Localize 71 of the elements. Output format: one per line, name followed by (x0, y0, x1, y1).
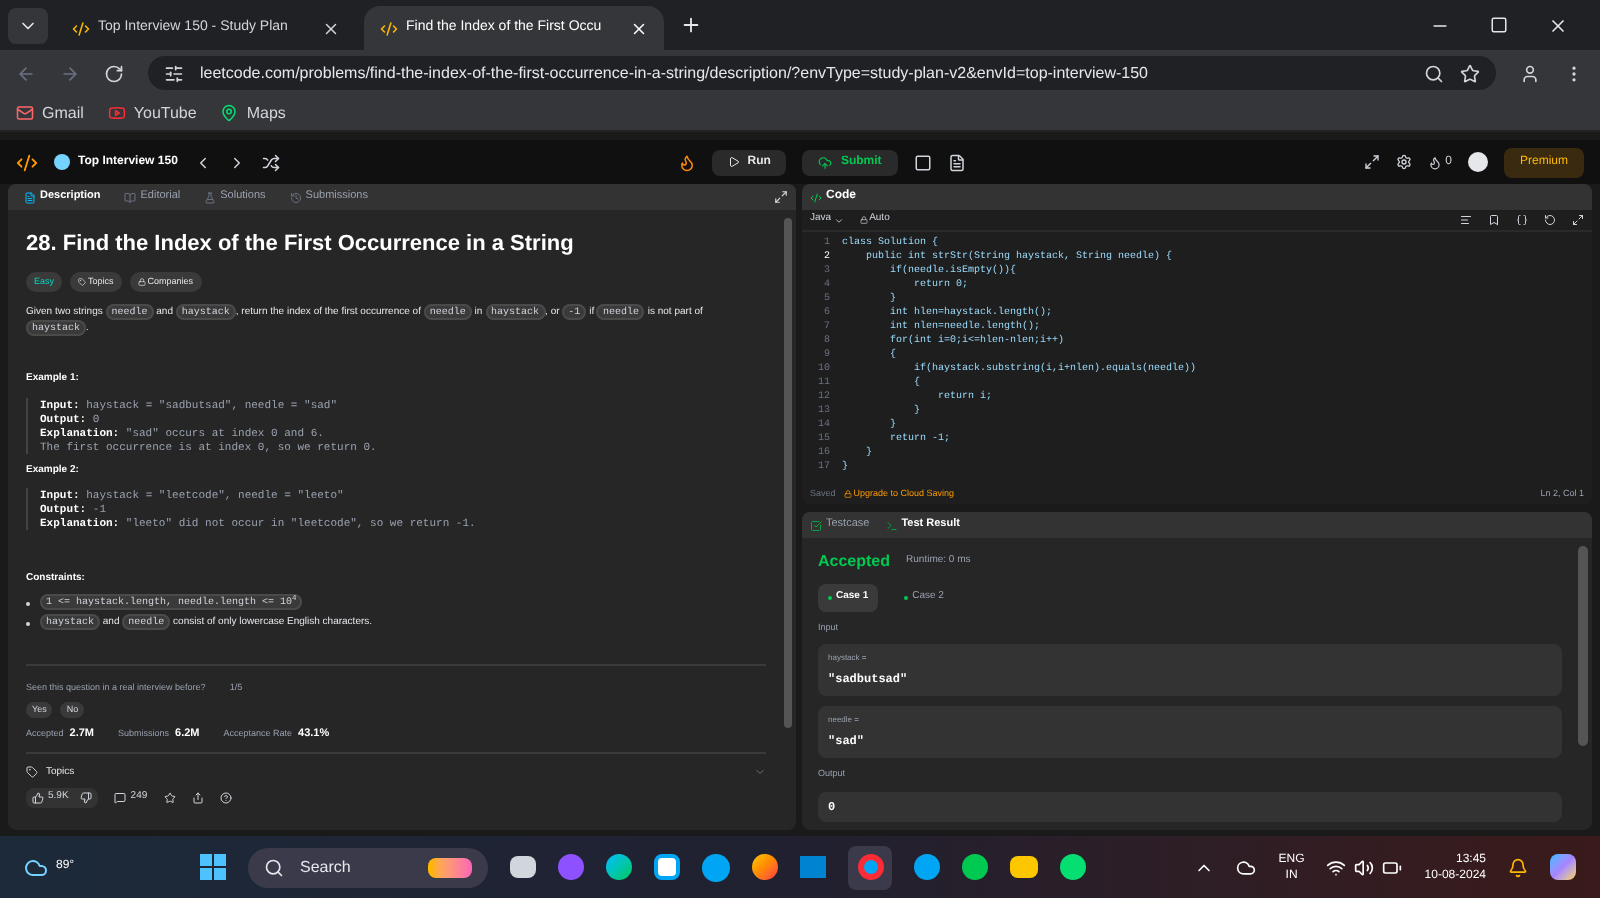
lock-icon (843, 490, 852, 498)
new-tab-icon[interactable] (680, 14, 702, 36)
expand-icon[interactable] (774, 190, 788, 204)
tab-icon (124, 191, 137, 203)
code-icon (810, 191, 822, 203)
battery-icon[interactable] (1382, 857, 1403, 877)
thumbs-up-icon (32, 791, 44, 804)
close-tab-icon[interactable] (322, 19, 340, 37)
debug-icon[interactable] (677, 153, 696, 171)
tag-icon (26, 766, 38, 779)
wifi-icon[interactable] (1326, 857, 1347, 877)
share-icon[interactable] (191, 791, 204, 804)
bookmark-icon[interactable] (1488, 214, 1500, 226)
logo-icon[interactable] (16, 151, 38, 173)
favicon-icon (380, 19, 398, 37)
notification-bell-icon[interactable] (1508, 857, 1528, 877)
favorite-icon[interactable] (163, 791, 176, 804)
cloud-icon[interactable] (1236, 857, 1257, 877)
bookmark-icon (16, 104, 34, 122)
reset-icon[interactable] (1544, 214, 1556, 226)
terminal-icon (885, 519, 898, 531)
tab-icon (289, 191, 302, 203)
bookmark-icon (220, 104, 239, 122)
lock-icon (137, 277, 146, 286)
tag-icon (78, 277, 87, 286)
reload-icon[interactable] (104, 63, 124, 83)
bookmark[interactable]: YouTube (107, 101, 197, 125)
profile-icon[interactable] (1520, 63, 1540, 83)
cloud-upload-icon (818, 155, 833, 169)
layout-icon[interactable] (1363, 154, 1380, 170)
help-icon[interactable] (219, 791, 232, 804)
problem-title: 28. Find the Index of the First Occurrence in a String (26, 230, 576, 260)
search-icon (264, 857, 284, 877)
zoom-icon[interactable] (1424, 63, 1444, 83)
cloud-icon (24, 855, 48, 879)
folder-icon[interactable] (1010, 856, 1038, 878)
bookmark-star-icon[interactable] (1460, 63, 1480, 83)
ring-icon (857, 854, 883, 880)
bookmark[interactable]: Gmail (16, 101, 84, 125)
lock-icon (859, 216, 868, 224)
play-icon (727, 156, 740, 168)
url-text: leetcode.com/problems/find-the-index-of-the-first-occurrence-in-a-string/description/?envType=study-plan-v2&envId=top-interview-150 (200, 61, 1151, 85)
back-icon[interactable] (16, 63, 36, 83)
bookmark[interactable]: Maps (220, 101, 286, 125)
site-settings-icon[interactable] (164, 63, 184, 83)
verdict-text: Accepted (818, 550, 891, 574)
scrollbar[interactable] (784, 218, 792, 728)
checkbox-icon (810, 519, 822, 531)
shuffle-icon[interactable] (261, 153, 280, 171)
address-bar[interactable]: leetcode.com/problems/find-the-index-of-the-first-occurrence-in-a-string/description/?envType=study-plan-v2&envId=top-interview-150 (148, 56, 1496, 90)
avatar[interactable] (1467, 152, 1488, 172)
tab-icon (24, 191, 36, 203)
thumbs-down-icon (80, 791, 93, 804)
search-field[interactable]: Search (248, 847, 488, 887)
forward-icon[interactable] (60, 63, 80, 83)
comment-icon (114, 791, 127, 804)
maximize-icon[interactable] (1490, 15, 1508, 33)
bookmark-icon (107, 104, 126, 122)
chevron-icon (833, 215, 844, 225)
flame-icon (1427, 155, 1442, 169)
format-icon[interactable] (1460, 214, 1472, 226)
notes-icon[interactable] (947, 153, 966, 171)
braces-icon[interactable] (1516, 214, 1528, 226)
volume-icon[interactable] (1354, 857, 1375, 877)
close-icon[interactable] (1548, 15, 1568, 35)
panel-icon[interactable] (913, 153, 932, 171)
windows-logo-icon[interactable] (200, 854, 226, 880)
settings-icon[interactable] (1395, 154, 1412, 170)
favicon-icon (72, 19, 90, 37)
scrollbar[interactable] (1578, 546, 1588, 746)
tab-icon (204, 191, 217, 203)
